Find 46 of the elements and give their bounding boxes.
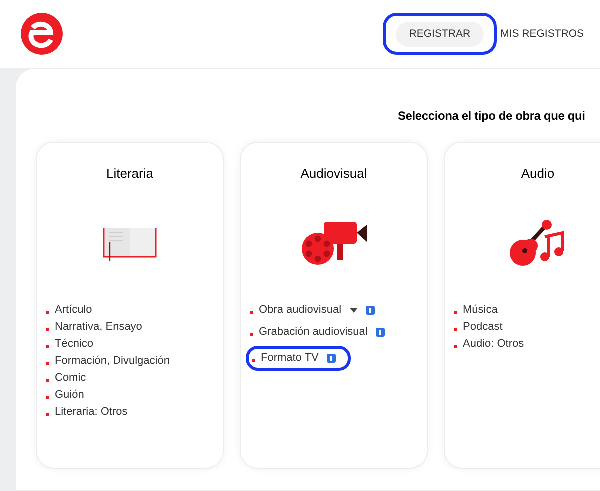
bullet-icon — [46, 362, 49, 364]
caret-icon[interactable] — [350, 308, 358, 312]
category-link[interactable]: Guión — [55, 386, 84, 404]
list-item[interactable]: Música — [454, 302, 498, 318]
nav-link[interactable]: REGISTRAR — [396, 22, 484, 48]
category-link[interactable]: Obra audiovisual — [259, 302, 342, 318]
list-item[interactable]: Obra audiovisual — [250, 302, 375, 318]
info-icon[interactable] — [326, 354, 336, 362]
category-link[interactable]: Formato TV — [261, 350, 319, 366]
list-item[interactable]: Técnico — [46, 336, 94, 352]
nav-item[interactable]: REGISTRAR — [383, 12, 497, 56]
list-item[interactable]: Guión — [46, 386, 84, 404]
bullet-icon — [250, 332, 253, 336]
bullet-icon — [454, 310, 457, 314]
nav-link[interactable]: MIS REGISTROS — [500, 22, 584, 48]
info-icon[interactable] — [366, 306, 375, 314]
list-item[interactable]: Artículo — [46, 302, 92, 318]
category-link[interactable]: Técnico — [55, 336, 94, 352]
bullet-icon — [46, 328, 49, 330]
list-item[interactable]: Grabación audiovisual — [250, 324, 385, 340]
bullet-icon — [46, 412, 49, 416]
card-title: Audio — [520, 165, 556, 183]
bullet-icon — [252, 358, 255, 362]
bullet-icon — [46, 378, 49, 382]
list-item[interactable]: Podcast — [454, 318, 503, 336]
bullet-icon — [46, 310, 49, 314]
category-link[interactable]: Comic — [55, 370, 86, 386]
film-camera-icon — [300, 220, 368, 266]
bullet-icon — [46, 396, 49, 398]
logo[interactable] — [20, 12, 64, 56]
info-icon[interactable] — [376, 328, 385, 336]
guitar-music-icon — [509, 218, 567, 266]
bullet-icon — [454, 344, 457, 348]
category-link[interactable]: Grabación audiovisual — [259, 324, 368, 340]
bullet-icon — [250, 310, 253, 314]
card-title: Audiovisual — [300, 165, 368, 183]
category-link[interactable]: Artículo — [55, 302, 92, 318]
card-title: Literaria — [106, 165, 154, 183]
list-item[interactable]: Formato TV — [246, 346, 351, 370]
list-item[interactable]: Comic — [46, 370, 86, 386]
page-heading: Selecciona el tipo de obra que qui — [398, 108, 586, 125]
bullet-icon — [454, 328, 457, 330]
nav-item[interactable]: MIS REGISTROS — [500, 12, 584, 56]
category-link[interactable]: Música — [463, 302, 498, 318]
category-link[interactable]: Podcast — [463, 318, 503, 336]
bullet-icon — [46, 344, 49, 348]
